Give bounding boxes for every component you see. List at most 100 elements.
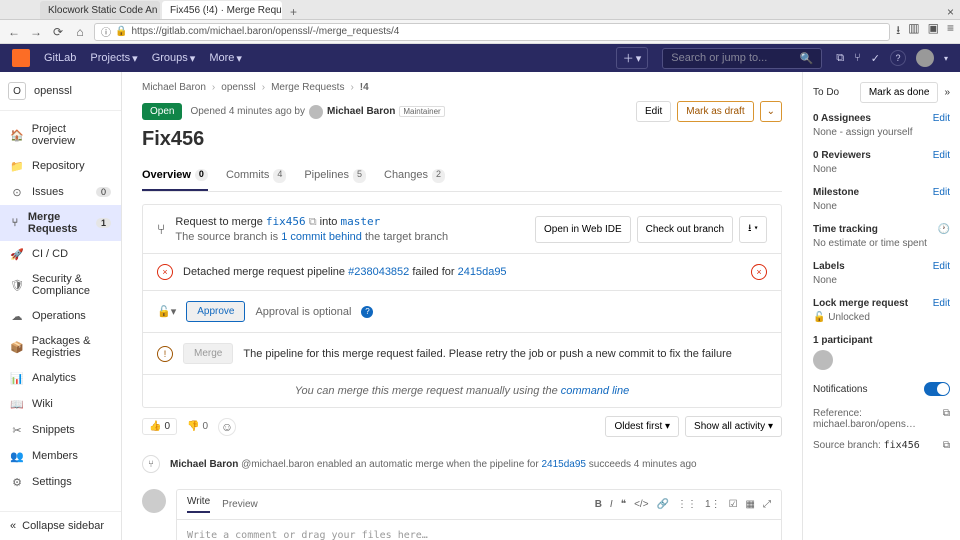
edit-labels[interactable]: Edit	[933, 261, 950, 272]
gitlab-logo-icon[interactable]	[12, 49, 30, 67]
copy-icon[interactable]: ⧉	[943, 440, 950, 451]
todos-icon[interactable]: ✓	[871, 52, 880, 65]
browser-tab[interactable]: Klocwork Static Code An×	[40, 1, 160, 19]
browser-tab[interactable]: Fix456 (!4) · Merge Requ×	[162, 1, 282, 19]
plus-menu[interactable]: ＋▾	[616, 47, 649, 69]
merge-requests-icon[interactable]: ⑂	[854, 52, 861, 64]
sidebar-item-operations[interactable]: ☁Operations	[0, 303, 121, 329]
groups-menu[interactable]: Groups▾	[152, 52, 196, 65]
breadcrumb-item[interactable]: Michael Baron	[142, 82, 206, 93]
sidebar-item-members[interactable]: 👥Members	[0, 443, 121, 469]
checkout-button[interactable]: Check out branch	[637, 216, 733, 243]
edit-milestone[interactable]: Edit	[933, 187, 950, 198]
edit-assignees[interactable]: Edit	[933, 113, 950, 124]
forward-icon[interactable]: →	[28, 25, 44, 39]
download-icon[interactable]: ⭳	[896, 21, 900, 42]
notifications-toggle[interactable]	[924, 382, 950, 396]
brand[interactable]: GitLab	[44, 52, 76, 64]
quote-icon[interactable]: ❝	[621, 499, 626, 510]
breadcrumb-item[interactable]: openssl	[221, 82, 255, 93]
pipeline-fail-icon[interactable]: ×	[751, 264, 767, 280]
tab-changes[interactable]: Changes2	[384, 161, 445, 191]
fullscreen-icon[interactable]: ⤢	[763, 499, 771, 510]
commit-link[interactable]: 2415da95	[541, 459, 586, 470]
reload-icon[interactable]: ⟳	[50, 25, 66, 39]
link-icon[interactable]: 🔗	[657, 499, 669, 510]
search-input[interactable]: Search or jump to...🔍	[662, 48, 822, 69]
back-icon[interactable]: ←	[6, 25, 22, 39]
collapse-sidebar-button[interactable]: «Collapse sidebar	[0, 511, 121, 540]
home-icon[interactable]: ⌂	[72, 25, 88, 39]
author-avatar[interactable]	[309, 105, 323, 119]
sidebar-item-cicd[interactable]: 🚀CI / CD	[0, 241, 121, 267]
browser-toolbar: ← → ⟳ ⌂ ⓘ 🔒 https://gitlab.com/michael.b…	[0, 20, 960, 44]
table-icon[interactable]: ▦	[746, 499, 755, 510]
project-header[interactable]: O openssl	[0, 72, 121, 111]
sidebar-item-repository[interactable]: 📁Repository	[0, 153, 121, 179]
number-list-icon[interactable]: 1⋮	[705, 499, 721, 510]
sidebar-item-security[interactable]: 🛡Security & Compliance	[0, 267, 121, 303]
new-tab-button[interactable]: +	[284, 5, 303, 19]
participant-avatar[interactable]	[813, 350, 833, 370]
download-dropdown[interactable]: ⭳ ▾	[739, 216, 767, 243]
code-icon[interactable]: </>	[634, 499, 648, 510]
commits-behind-link[interactable]: 1 commit behind	[281, 231, 362, 243]
sidebar-item-wiki[interactable]: 📖Wiki	[0, 391, 121, 417]
sidebar-item-issues[interactable]: ⊙Issues0	[0, 179, 121, 205]
thumbs-down-icon: 👎	[187, 421, 199, 432]
breadcrumb-item: !4	[360, 82, 369, 93]
sidebar-item-snippets[interactable]: ✂Snippets	[0, 417, 121, 443]
sidebar-item-settings[interactable]: ⚙Settings	[0, 469, 121, 495]
edit-reviewers[interactable]: Edit	[933, 150, 950, 161]
sidebar-item-packages[interactable]: 📦Packages & Registries	[0, 329, 121, 365]
bold-icon[interactable]: B	[595, 499, 602, 510]
bullet-list-icon[interactable]: ⋮⋮	[677, 499, 697, 510]
sidebar-icon[interactable]: ▣	[928, 21, 939, 42]
activity-filter-dropdown[interactable]: Show all activity ▾	[685, 416, 782, 437]
thumbs-up-button[interactable]: 👍0	[142, 418, 177, 435]
mr-actions-dropdown[interactable]: ⌄	[760, 101, 782, 122]
participants-label: 1 participant	[813, 335, 950, 346]
sidebar-item-analytics[interactable]: 📊Analytics	[0, 365, 121, 391]
comment-textarea[interactable]: Write a comment or drag your files here…	[177, 520, 781, 540]
close-window-icon[interactable]: ×	[941, 5, 960, 19]
user-avatar[interactable]	[916, 49, 934, 67]
preview-tab[interactable]: Preview	[222, 499, 258, 510]
commit-link[interactable]: 2415da95	[458, 266, 507, 278]
url-bar[interactable]: ⓘ 🔒 https://gitlab.com/michael.baron/ope…	[94, 23, 890, 41]
tab-commits[interactable]: Commits4	[226, 161, 286, 191]
help-icon[interactable]: ?	[890, 50, 906, 66]
chevron-down-icon[interactable]: ▾	[944, 54, 948, 63]
assign-yourself-link[interactable]: None - assign yourself	[813, 127, 950, 138]
tab-overview[interactable]: Overview0	[142, 161, 208, 191]
tab-pipelines[interactable]: Pipelines5	[304, 161, 366, 191]
command-line-link[interactable]: command line	[561, 385, 629, 397]
copy-icon[interactable]: ⧉	[943, 408, 950, 430]
breadcrumb-item[interactable]: Merge Requests	[271, 82, 344, 93]
edit-lock[interactable]: Edit	[933, 298, 950, 309]
emoji-picker-button[interactable]: ☺	[218, 418, 236, 436]
mark-as-draft-button[interactable]: Mark as draft	[677, 101, 753, 122]
clock-icon[interactable]: 🕐	[938, 224, 950, 235]
sidebar-item-merge-requests[interactable]: ⑂Merge Requests1	[0, 205, 121, 241]
more-menu[interactable]: More▾	[209, 52, 242, 65]
sort-dropdown[interactable]: Oldest first ▾	[605, 416, 679, 437]
menu-icon[interactable]: ≡	[947, 21, 954, 42]
info-icon[interactable]: ?	[361, 306, 373, 318]
projects-menu[interactable]: Projects▾	[90, 52, 137, 65]
pipeline-link[interactable]: #238043852	[348, 266, 409, 278]
approve-button[interactable]: Approve	[186, 301, 245, 322]
thumbs-down-button[interactable]: 👎0	[187, 421, 208, 432]
task-list-icon[interactable]: ☑	[729, 499, 738, 510]
open-web-ide-button[interactable]: Open in Web IDE	[535, 216, 631, 243]
collapse-right-icon[interactable]: »	[944, 87, 950, 98]
write-tab[interactable]: Write	[187, 496, 210, 513]
edit-button[interactable]: Edit	[636, 101, 671, 122]
sidebar-item-overview[interactable]: 🏠Project overview	[0, 117, 121, 153]
info-icon[interactable]: ⓘ	[101, 24, 111, 39]
issues-icon[interactable]: ⧉	[836, 52, 844, 65]
bookmarks-icon[interactable]: ▥	[908, 21, 919, 42]
italic-icon[interactable]: I	[610, 499, 613, 510]
mark-done-button[interactable]: Mark as done	[860, 82, 939, 103]
copy-icon[interactable]: ⧉	[309, 216, 317, 228]
